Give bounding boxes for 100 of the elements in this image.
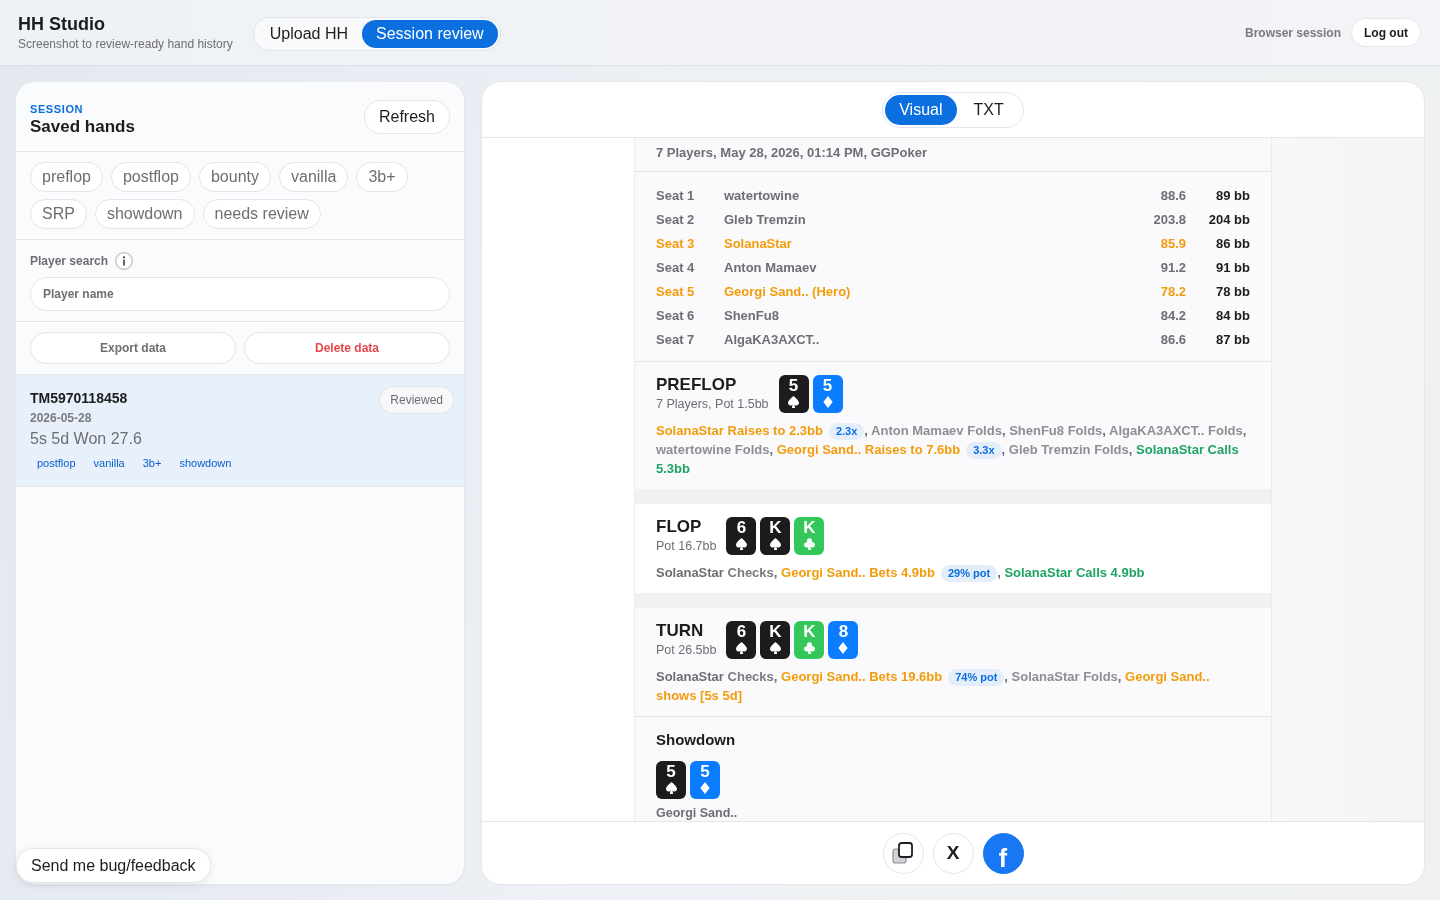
card-rank: K <box>803 519 816 537</box>
export-button[interactable]: Export data <box>30 332 236 364</box>
stack-bb: 87 bb <box>1216 331 1250 347</box>
hand-list-item[interactable]: TM5970118458 2026-05-28 5s 5d Won 27.6 postflop vanilla 3b+ showdown Reviewed <box>16 375 464 487</box>
card-rank: 8 <box>838 623 849 641</box>
player-name: ShenFu8 <box>724 307 779 323</box>
stack-value: 88.6 <box>1160 187 1186 203</box>
street-info: 7 Players, Pot 1.5bb <box>656 396 769 412</box>
player-name: Gleb Tremzin <box>724 211 806 227</box>
player-name: Georgi Sand.. (Hero) <box>724 283 851 299</box>
street-name: PREFLOP <box>656 375 737 395</box>
seat-label: Seat 3 <box>656 235 695 251</box>
filter-chip[interactable]: bounty <box>198 162 271 192</box>
showdown-title: Showdown <box>656 731 736 749</box>
hand-tag: postflop <box>30 455 83 471</box>
feedback-button[interactable]: Send me bug/feedback <box>16 848 211 883</box>
stack-bb: 86 bb <box>1216 235 1250 251</box>
card-rank: 5 <box>666 763 676 781</box>
seat-label: Seat 2 <box>656 211 695 227</box>
view-tab[interactable]: TXT <box>956 94 1021 125</box>
share-button[interactable]: X <box>932 832 974 874</box>
spade-icon <box>735 538 747 550</box>
diamond-icon <box>822 396 833 408</box>
stack-value: 203.8 <box>1153 211 1186 227</box>
filter-chip[interactable]: needs review <box>202 199 321 229</box>
filter-chip[interactable]: vanilla <box>279 162 349 192</box>
seat-label: Seat 7 <box>656 331 695 347</box>
card-rank: 5 <box>788 377 799 395</box>
street-info: Pot 16.7bb <box>656 538 717 554</box>
refresh-button[interactable]: Refresh <box>363 99 450 134</box>
stack-bb: 89 bb <box>1216 187 1250 203</box>
street-name: FLOP <box>656 517 702 537</box>
stack-value: 86.6 <box>1160 331 1186 347</box>
session-label: Browser session <box>1244 25 1341 40</box>
action-log: SolanaStar Raises to 2.3bb 2.3x , Anton Mamaev Folds, ShenFu8 Folds, AlgaKA3AXCT.. Folds, watertowine Folds, Georgi Sand.. Raises to 7.6bb 3.3x , Gleb Tremzin Folds, SolanaStar Calls 5.3bb <box>656 422 1248 478</box>
stack-bb: 204 bb <box>1208 211 1250 227</box>
hand-tag: showdown <box>172 455 239 471</box>
street-name: TURN <box>656 621 704 641</box>
section-title: Saved hands <box>30 115 135 137</box>
card-rank: 5 <box>700 763 710 781</box>
player-name: Anton Mamaev <box>724 259 817 275</box>
filter-chip[interactable]: preflop <box>30 162 103 192</box>
hand-meta: 7 Players, May 28, 2026, 01:14 PM, GGPoker <box>656 145 927 161</box>
hand-tag: vanilla <box>86 455 132 471</box>
filter-chip[interactable]: showdown <box>94 199 195 229</box>
stack-value: 91.2 <box>1160 259 1186 275</box>
player-name: watertowine <box>724 187 800 203</box>
action-log: SolanaStar Checks, Georgi Sand.. Bets 19.6bb 74% pot , SolanaStar Folds, Georgi Sand.. shows [5s 5d] <box>656 668 1211 705</box>
app-title: HH Studio <box>18 13 105 35</box>
filter-chip[interactable]: postflop <box>110 162 191 192</box>
card-rank: 6 <box>736 623 747 641</box>
street-info: Pot 26.5bb <box>656 642 717 658</box>
spade-icon <box>665 782 677 794</box>
section-eyebrow: SESSION <box>30 102 84 116</box>
diamond-icon <box>700 782 710 794</box>
club-icon <box>803 642 815 654</box>
filter-chip[interactable]: 3b+ <box>356 162 408 192</box>
field-label: Player search <box>30 254 109 268</box>
club-icon <box>803 538 815 550</box>
view-tab[interactable]: Visual <box>885 94 957 125</box>
player-name: AlgaKA3AXCT.. <box>724 331 820 347</box>
showdown-player: Georgi Sand.. <box>656 805 738 821</box>
seat-label: Seat 5 <box>656 283 695 299</box>
seat-label: Seat 4 <box>656 259 695 275</box>
player-name: SolanaStar <box>724 235 792 251</box>
hand-summary: 5s 5d Won 27.6 <box>30 429 142 449</box>
logout-button[interactable]: Log out <box>1351 18 1421 47</box>
card-rank: K <box>803 623 816 641</box>
spade-icon <box>788 396 800 408</box>
hand-tag: 3b+ <box>135 455 169 471</box>
copy-button[interactable] <box>882 832 924 874</box>
card-rank: K <box>769 519 782 537</box>
stack-value: 84.2 <box>1160 307 1186 323</box>
spade-icon <box>735 642 747 654</box>
nav-tab[interactable]: Upload HH <box>255 19 363 48</box>
spade-icon <box>769 538 781 550</box>
delete-button[interactable]: Delete data <box>244 332 450 364</box>
seat-label: Seat 6 <box>656 307 695 323</box>
app-subtitle: Screenshot to review-ready hand history <box>18 37 233 52</box>
hand-date: 2026-05-28 <box>30 410 92 426</box>
copy-icon <box>892 842 914 864</box>
stack-value: 85.9 <box>1160 235 1186 251</box>
stack-bb: 84 bb <box>1216 307 1250 323</box>
hand-id: TM5970118458 <box>30 389 128 407</box>
stack-value: 78.2 <box>1160 283 1186 299</box>
nav-tab[interactable]: Session review <box>362 19 498 48</box>
seat-label: Seat 1 <box>656 187 695 203</box>
diamond-icon <box>838 642 849 654</box>
card-rank: 5 <box>822 377 833 395</box>
status-badge: Reviewed <box>379 386 454 414</box>
share-button[interactable]: f <box>982 832 1024 874</box>
stack-bb: 78 bb <box>1216 283 1250 299</box>
action-log: SolanaStar Checks, Georgi Sand.. Bets 4.9bb 29% pot , SolanaStar Calls 4.9bb <box>656 564 1146 582</box>
card-rank: K <box>769 623 782 641</box>
stack-bb: 91 bb <box>1216 259 1250 275</box>
spade-icon <box>769 642 781 654</box>
filter-chip[interactable]: SRP <box>30 199 87 229</box>
info-icon[interactable] <box>115 252 134 270</box>
input-field[interactable]: Player name <box>30 277 450 311</box>
card-rank: 6 <box>736 519 747 537</box>
